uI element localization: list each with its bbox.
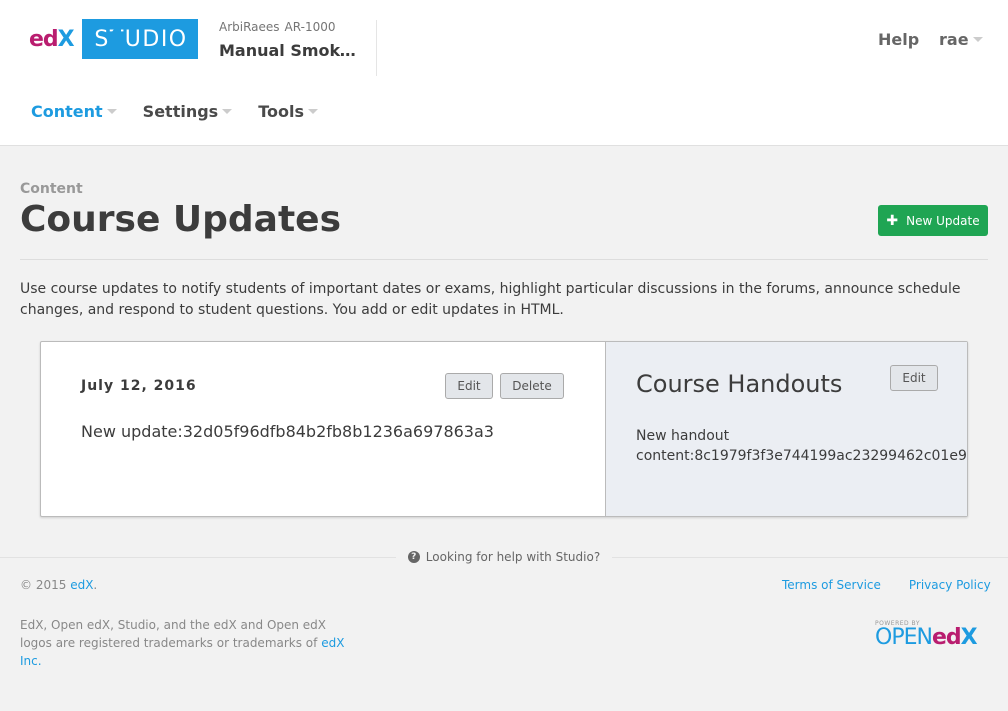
nav-settings[interactable]: Settings — [143, 102, 233, 121]
course-title: Manual Smoke T... — [219, 41, 364, 60]
course-number: AR-1000 — [284, 20, 336, 34]
footer-links: Terms of Service Privacy Policy — [782, 578, 991, 592]
studio-logo-label: STUDIO — [81, 19, 198, 59]
handouts-content: New handout content:8c1979f3f3e744199ac2… — [636, 428, 967, 464]
user-menu[interactable]: rae — [939, 30, 983, 49]
edx-home-link[interactable]: edX — [70, 578, 93, 592]
nav-content[interactable]: Content — [31, 102, 117, 121]
update-date: July 12, 2016 — [81, 378, 197, 394]
edit-handouts-button[interactable]: Edit — [890, 365, 938, 391]
studio-logo-arrow — [107, 19, 121, 59]
delete-update-button[interactable]: Delete — [500, 373, 564, 399]
trademark-notice: EdX, Open edX, Studio, and the edX and O… — [20, 618, 345, 668]
course-handouts: Course Handouts Edit New handout content… — [605, 342, 967, 516]
edit-update-button[interactable]: Edit — [445, 373, 493, 399]
page-title: Course Updates — [20, 199, 342, 240]
chevron-down-icon — [307, 109, 318, 114]
update-item: July 12, 2016 Edit Delete New update:32d… — [41, 342, 605, 516]
help-link[interactable]: Help — [878, 30, 919, 49]
course-updates-panel: July 12, 2016 Edit Delete New update:32d… — [40, 341, 968, 517]
nav-tools[interactable]: Tools — [258, 102, 318, 121]
course-org: ArbiRaees — [219, 20, 280, 34]
update-content: New update:32d05f96dfb84b2fb8b1236a69786… — [81, 422, 494, 441]
intro-text: Use course updates to notify students of… — [20, 281, 961, 318]
edx-logo: edX — [29, 26, 75, 52]
terms-of-service-link[interactable]: Terms of Service — [782, 578, 881, 592]
page-section-label: Content — [20, 181, 83, 197]
chevron-down-icon — [972, 37, 983, 42]
username: rae — [939, 30, 969, 49]
question-circle-icon: ? — [407, 551, 420, 563]
course-info[interactable]: ArbiRaees AR-1000 Manual Smoke T... — [219, 20, 377, 76]
chevron-down-icon — [106, 109, 117, 114]
powered-by-open-edx-logo[interactable]: POWERED BY OPEN ed X — [875, 620, 985, 650]
studio-logo[interactable]: edX STUDIO — [29, 19, 198, 59]
plus-icon: ✚ — [886, 212, 899, 229]
studio-header: edX STUDIO ArbiRaees AR-1000 Manual Smoke… — [0, 0, 1008, 146]
privacy-policy-link[interactable]: Privacy Policy — [909, 578, 991, 592]
course-nav: Content Settings Tools — [31, 102, 318, 121]
new-update-button[interactable]: ✚ New Update — [878, 205, 988, 236]
handouts-title: Course Handouts — [636, 370, 843, 398]
title-divider — [20, 259, 988, 260]
open-edx-logo: OPEN ed X — [875, 625, 978, 650]
footer-help-link[interactable]: ? Looking for help with Studio? — [396, 546, 612, 568]
chevron-down-icon — [222, 109, 233, 114]
course-org-number: ArbiRaees AR-1000 — [219, 20, 376, 34]
copyright: © 2015 edX. — [20, 578, 98, 592]
